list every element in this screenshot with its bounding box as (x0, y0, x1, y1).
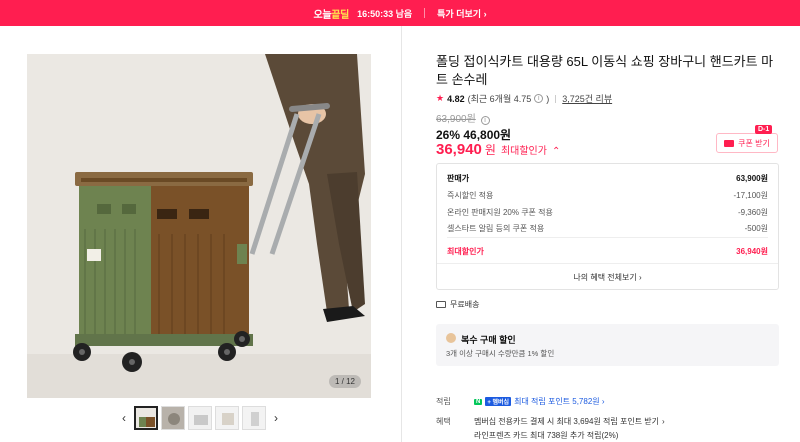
thumbnail-image (189, 407, 211, 429)
coupon-label: 쿠폰 받기 (738, 138, 770, 148)
thumbnail-2[interactable] (161, 406, 185, 430)
membership-badge: + 멤버십 (485, 397, 512, 406)
price-total-row: 최대할인가 36,940원 (447, 246, 768, 257)
price-row-label: 즉시할인 적용 (447, 191, 494, 200)
divider (424, 8, 426, 18)
price-row: 온라인 판매지원 20% 쿠폰 적용 -9,360원 (447, 207, 768, 218)
price-row-label: 온라인 판매지원 20% 쿠폰 적용 (447, 208, 553, 217)
product-image[interactable]: 1 / 12 (27, 54, 371, 398)
thumbnail-5[interactable] (242, 406, 266, 430)
deal-brand: 오늘끝딜 (313, 9, 350, 21)
best-price: 36,940 (436, 141, 482, 158)
points-label: 적립 (436, 397, 451, 406)
shipping-row: 무료배송 (436, 299, 479, 310)
price-row: 판매가 63,900원 (447, 173, 768, 184)
price-row-value: 63,900원 (736, 174, 768, 183)
coupon-button[interactable]: D-1 쿠폰 받기 (716, 125, 778, 153)
price-row: 셀스타트 알림 등의 쿠폰 적용 -500원 (447, 223, 768, 234)
price-row-label: 판매가 (447, 174, 470, 183)
product-photo (27, 54, 371, 398)
deal-timer: 16:50:33 남음 (357, 8, 413, 19)
best-price-unit: 원 (484, 143, 496, 157)
rating-row: ★ 4.82 (최근 6개월 4.75 i ) 3,725건 리뷰 (436, 92, 612, 105)
deal-banner: 오늘끝딜 16:50:33 남음 특가 더보기 › (0, 0, 800, 26)
price-row-value: -500원 (744, 224, 768, 233)
prev-image-arrow-icon[interactable]: ‹ (117, 411, 131, 425)
thumbnail-image (162, 407, 184, 429)
best-price-row: 36,940 원 최대할인가 ⌃ (436, 141, 560, 158)
product-title: 폴딩 접이식카트 대용량 65L 이동식 쇼핑 장바구니 핸드카트 마트 손수레 (436, 54, 774, 87)
divider (555, 94, 557, 103)
more-deals-link[interactable]: 특가 더보기 › (437, 7, 486, 20)
reviews-link[interactable]: 3,725건 리뷰 (562, 92, 612, 105)
next-image-arrow-icon[interactable]: › (269, 411, 283, 425)
benefit-line[interactable]: 라인프렌즈 카드 최대 738원 추가 적립(2%) (474, 430, 618, 441)
info-icon[interactable]: i (534, 94, 544, 103)
best-price-label[interactable]: 최대할인가 (501, 142, 547, 157)
multi-buy-desc: 3개 이상 구매시 수량만큼 1% 할인 (446, 349, 555, 358)
image-counter: 1 / 12 (328, 375, 361, 388)
divider (447, 237, 768, 238)
points-row: N + 멤버십 최대 적립 포인트 5,782원 › (474, 396, 605, 407)
shipping-label: 무료배송 (450, 300, 480, 309)
divider (437, 263, 778, 264)
original-price: 63,900원 (436, 114, 476, 125)
chevron-up-icon[interactable]: ⌃ (552, 146, 560, 157)
thumbnail-4[interactable] (215, 406, 239, 430)
price-breakdown: 판매가 63,900원 즉시할인 적용 -17,100원 온라인 판매지원 20… (436, 163, 779, 290)
thumbnail-3[interactable] (188, 406, 212, 430)
price-total-value: 36,940원 (736, 247, 768, 256)
thumbnail-image (243, 407, 265, 429)
coupon-dday-badge: D-1 (755, 125, 773, 134)
naver-pay-badge: N (474, 398, 483, 405)
discount-icon (446, 333, 456, 343)
price-row-value: -17,100원 (733, 191, 769, 200)
max-points-link[interactable]: 최대 적립 포인트 5,782원 › (514, 396, 604, 407)
thumbnail-image (136, 408, 156, 428)
rating-score: 4.82 (447, 93, 465, 104)
all-benefits-link[interactable]: 나의 혜택 전체보기 › (437, 272, 778, 283)
benefits-label: 혜택 (436, 417, 451, 426)
rating-detail-close: ) (546, 93, 550, 104)
multi-buy-discount: 복수 구매 할인 3개 이상 구매시 수량만큼 1% 할인 (436, 324, 779, 366)
original-price-row: 63,900원 i (436, 110, 490, 125)
price-row: 즉시할인 적용 -17,100원 (447, 190, 768, 201)
thumbnail-image (216, 407, 238, 429)
price-row-label: 셀스타트 알림 등의 쿠폰 적용 (447, 224, 545, 233)
truck-icon (436, 301, 446, 308)
coupon-icon (724, 139, 735, 147)
column-divider (401, 26, 402, 442)
rating-detail: (최근 6개월 4.75 (467, 94, 532, 104)
benefit-line[interactable]: 멤버십 전용카드 결제 시 최대 3,694원 적립 포인트 받기 › (474, 416, 665, 427)
info-icon[interactable]: i (480, 116, 490, 125)
multi-buy-title: 복수 구매 할인 (461, 335, 516, 345)
thumbnail-1[interactable] (134, 406, 158, 430)
star-icon: ★ (436, 93, 445, 103)
thumbnail-strip: ‹ › (117, 406, 283, 430)
price-total-label: 최대할인가 (447, 247, 484, 256)
price-row-value: -9,360원 (737, 208, 768, 217)
